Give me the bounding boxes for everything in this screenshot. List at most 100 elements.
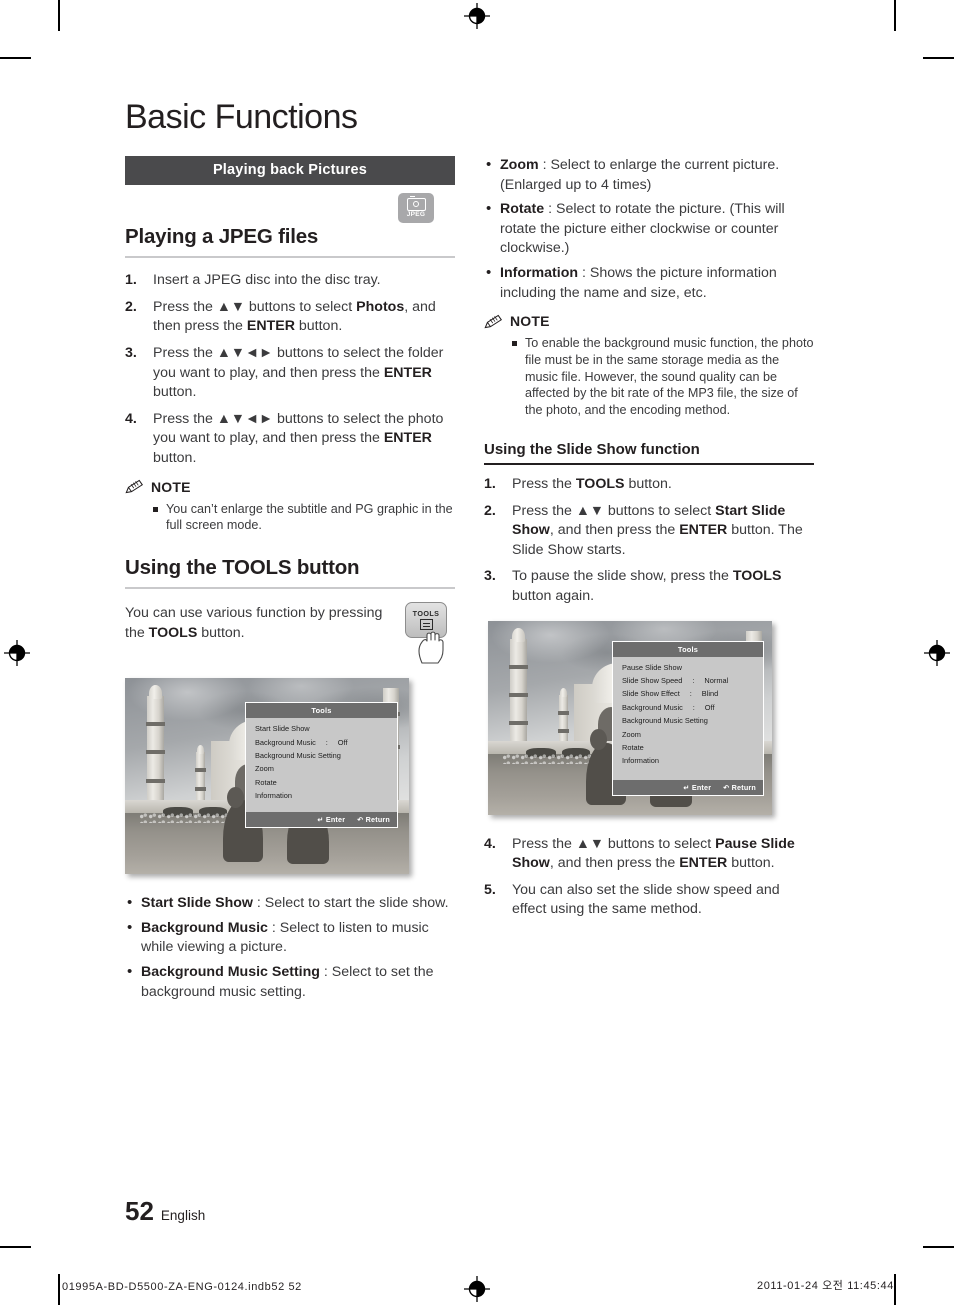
heading-rule [125, 586, 455, 590]
bullet-term: Rotate [500, 201, 545, 218]
list-item: Rotate : Select to rotate the picture. (… [484, 199, 814, 259]
step-number: 4. [125, 410, 137, 427]
bullet-term: Background Music [141, 919, 268, 936]
list-item: You can’t enlarge the subtitle and PG gr… [152, 501, 455, 534]
osd-footer: ↵ Enter ↶ Return [246, 812, 397, 828]
osd-menu-item-background-music[interactable]: Background Music : Off [622, 703, 754, 711]
tv-screenshot-pause-menu: Tools Pause Slide Show Slide Show Speed … [488, 620, 772, 815]
note-items-left: You can’t enlarge the subtitle and PG gr… [125, 501, 455, 534]
osd-enter-hint: ↵ Enter [317, 815, 346, 825]
crop-mark-bottom-left-horizontal [0, 1246, 31, 1248]
note-header-left: NOTE [125, 479, 455, 495]
step-number: 1. [484, 476, 496, 493]
right-column: Zoom : Select to enlarge the current pic… [484, 155, 814, 927]
bullet-desc: : Select to enlarge the current picture.… [500, 157, 780, 193]
bullet-term: Zoom [500, 157, 539, 173]
osd-item-key: Rotate [622, 743, 644, 753]
osd-item-key: Start Slide Show [255, 724, 310, 734]
crop-mark-bottom-right-horizontal [923, 1246, 954, 1248]
osd-menu-item-slide-show-effect[interactable]: Slide Show Effect : Blind [622, 689, 754, 699]
list-item: 3. Press the ▲▼◄► buttons to select the … [125, 344, 455, 403]
osd-menu-item-pause-slide-show[interactable]: Pause Slide Show [622, 662, 754, 672]
photo-minaret-left [508, 638, 529, 757]
osd-item-key: Background Music [255, 737, 316, 747]
step-number: 2. [484, 502, 496, 519]
osd-menu-item-zoom[interactable]: Zoom [622, 729, 754, 739]
page-content: Basic Functions Playing back Pictures JP… [125, 100, 831, 1230]
osd-menu-item-background-music-setting[interactable]: Background Music Setting [622, 717, 754, 725]
tools-paragraph: You can use various function by pressing… [125, 605, 383, 641]
crop-mark-bottom-left-vertical [58, 1274, 60, 1305]
osd-menu-item-background-music-setting[interactable]: Background Music Setting [255, 752, 388, 760]
osd-enter-label: Enter [691, 782, 712, 792]
osd-menu-item-rotate[interactable]: Rotate [622, 743, 754, 753]
tools-key-label: TOOLS [412, 609, 440, 619]
two-column-layout: Playing back Pictures JPEG Playing a JPE… [125, 155, 831, 1007]
tools-options-list: Start Slide Show : Select to start the s… [125, 893, 455, 1002]
photo-minaret-cap-mid [560, 687, 567, 697]
osd-item-key: Rotate [255, 777, 277, 787]
step-text: Press the ▲▼◄► buttons to select the fol… [153, 344, 444, 401]
pointing-hand-icon [418, 631, 444, 664]
tools-button-illustration: TOOLS [399, 602, 455, 664]
osd-item-value: Off [337, 737, 348, 747]
osd-item-colon: : [692, 675, 695, 685]
pencil-icon [484, 314, 503, 328]
osd-menu-item-zoom[interactable]: Zoom [255, 765, 388, 773]
list-item: To enable the background music function,… [511, 335, 814, 419]
tv-screenshot-tools-menu: Tools Start Slide Show Background Music … [125, 678, 409, 875]
page-number: 52 [125, 1196, 154, 1226]
osd-item-key: Slide Show Effect [622, 689, 680, 699]
step-number: 1. [125, 272, 137, 289]
registration-mark-top [464, 3, 490, 29]
crop-mark-top-left-horizontal [0, 57, 31, 59]
registration-mark-left [4, 640, 30, 666]
jpeg-badge-label: JPEG [406, 210, 426, 218]
osd-tools-dialog-right[interactable]: Tools Pause Slide Show Slide Show Speed … [612, 640, 764, 796]
page-language: English [160, 1208, 206, 1223]
subheading-slide-show: Using the Slide Show function [484, 440, 700, 458]
crop-mark-top-right-vertical [894, 0, 896, 31]
osd-enter-hint: ↵ Enter [683, 782, 712, 792]
heading-rule [125, 255, 455, 259]
list-item: Background Music Setting : Select to set… [125, 962, 455, 1002]
bullet-term: Background Music Setting [141, 963, 320, 980]
subheading-rule [484, 462, 814, 466]
list-item: 2. Press the ▲▼ buttons to select Photos… [125, 298, 455, 337]
page-folio: 52 English [125, 1196, 205, 1227]
osd-menu-item-information[interactable]: Information [622, 757, 754, 765]
list-item: 1. Insert a JPEG disc into the disc tray… [125, 271, 455, 291]
osd-menu-item-background-music[interactable]: Background Music : Off [255, 737, 388, 747]
osd-item-key: Zoom [622, 729, 641, 739]
photo-minaret-cap-left [512, 627, 525, 642]
photo-minaret-left [145, 696, 166, 815]
osd-title: Tools [613, 641, 763, 657]
left-column: Playing back Pictures JPEG Playing a JPE… [125, 156, 455, 1007]
osd-return-hint: ↶ Return [357, 815, 390, 825]
osd-tools-dialog-left[interactable]: Tools Start Slide Show Background Music … [245, 702, 398, 829]
pencil-icon [125, 479, 144, 494]
osd-return-label: Return [731, 782, 756, 792]
step-text: Press the ▲▼ buttons to select Photos, a… [153, 298, 436, 335]
osd-menu-item-rotate[interactable]: Rotate [255, 777, 388, 787]
osd-item-key: Slide Show Speed [622, 675, 683, 685]
osd-item-key: Information [255, 791, 292, 801]
note-label: NOTE [151, 478, 191, 495]
note-items-right: To enable the background music function,… [484, 335, 814, 419]
step-number: 2. [125, 298, 137, 315]
list-item: 2. Press the ▲▼ buttons to select Start … [484, 502, 814, 561]
osd-menu-item-information[interactable]: Information [255, 791, 388, 801]
list-item: 3. To pause the slide show, press the TO… [484, 567, 814, 606]
heading-tools-button: Using the TOOLS button [125, 555, 360, 579]
step-text: Press the ▲▼ buttons to select Pause Sli… [512, 835, 795, 872]
osd-menu-item-slide-show-speed[interactable]: Slide Show Speed : Normal [622, 675, 754, 685]
list-item: 4. Press the ▲▼◄► buttons to select the … [125, 410, 455, 469]
osd-item-key: Pause Slide Show [622, 662, 682, 672]
osd-body: Pause Slide Show Slide Show Speed : Norm… [613, 657, 763, 780]
jpeg-media-badge: JPEG [398, 193, 434, 223]
picture-options-list: Zoom : Select to enlarge the current pic… [484, 155, 814, 303]
osd-footer: ↵ Enter ↶ Return [613, 779, 763, 795]
step-text: Press the ▲▼ buttons to select Start Sli… [512, 502, 803, 558]
osd-menu-item-start-slide-show[interactable]: Start Slide Show [255, 724, 388, 734]
registration-mark-right [924, 640, 950, 666]
